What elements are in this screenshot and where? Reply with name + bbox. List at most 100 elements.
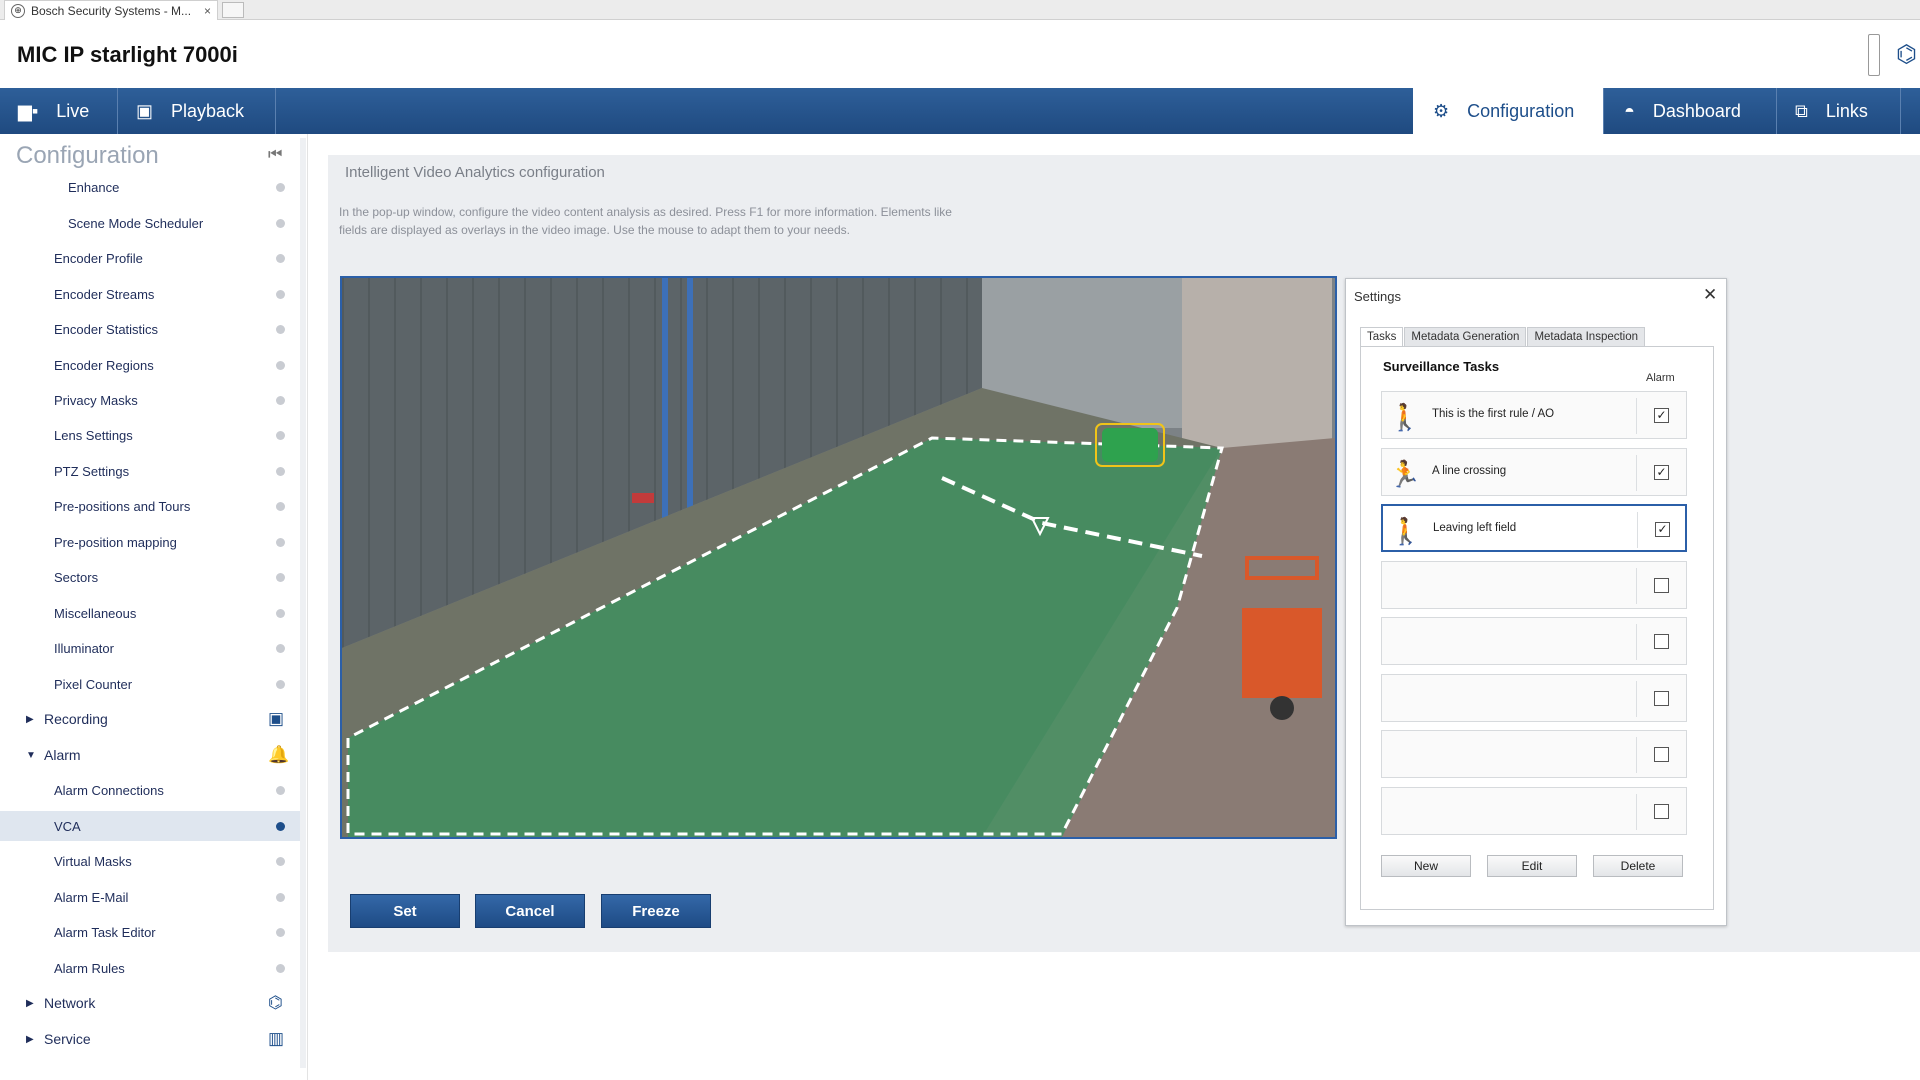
alarm-checkbox[interactable] [1654, 634, 1669, 649]
task-row[interactable] [1381, 674, 1687, 722]
nav-links[interactable]: ⧉ Links [1777, 88, 1901, 134]
cancel-button[interactable]: Cancel [475, 894, 585, 928]
sidebar-item-label: Pre-position mapping [54, 534, 177, 550]
status-dot [276, 538, 285, 547]
sidebar-item-label: Alarm Connections [54, 782, 164, 798]
tab-metadata-inspection[interactable]: Metadata Inspection [1527, 327, 1646, 347]
status-dot [276, 254, 285, 263]
nav-playback[interactable]: ▣ Playback [118, 88, 276, 134]
status-dot [276, 502, 285, 511]
tab-metadata-generation[interactable]: Metadata Generation [1404, 327, 1527, 347]
alarm-checkbox[interactable] [1654, 578, 1669, 593]
collapse-sidebar-icon[interactable]: ⏮ [268, 146, 282, 164]
alarm-checkbox[interactable] [1654, 691, 1669, 706]
task-row[interactable]: 🚶 This is the first rule / AO ✓ [1381, 391, 1687, 439]
sidebar-item-pre-position-mapping[interactable]: Pre-position mapping [0, 527, 302, 557]
nav-links-label: Links [1825, 100, 1868, 121]
task-row[interactable]: 🚶 Leaving left field ✓ [1381, 504, 1687, 552]
sidebar-item-lens-settings[interactable]: Lens Settings [0, 420, 302, 450]
sidebar-item-alarm-email[interactable]: Alarm E-Mail [0, 882, 302, 912]
alarm-checkbox[interactable]: ✓ [1654, 408, 1669, 423]
sidebar-item-encoder-statistics[interactable]: Encoder Statistics [0, 314, 302, 344]
dialog-title: Settings [1354, 289, 1401, 304]
status-dot [276, 928, 285, 937]
task-row[interactable] [1381, 730, 1687, 778]
set-button[interactable]: Set [350, 894, 460, 928]
sidebar-item-sectors[interactable]: Sectors [0, 562, 302, 592]
nav-live[interactable]: ▆▪ Live [0, 88, 118, 134]
sidebar-item-label: Encoder Statistics [54, 321, 159, 337]
sidebar-group-service[interactable]: ▶ Service ▥ [0, 1024, 302, 1054]
status-dot [276, 290, 285, 299]
sidebar-item-label: Alarm E-Mail [54, 889, 129, 905]
sidebar-group-recording[interactable]: ▶ Recording ▣ [0, 704, 302, 734]
sidebar-item-alarm-rules[interactable]: Alarm Rules [0, 953, 302, 983]
alarm-checkbox[interactable]: ✓ [1655, 522, 1670, 537]
sidebar-item-label: Illuminator [54, 640, 114, 656]
sidebar-item-encoder-profile[interactable]: Encoder Profile [0, 243, 302, 273]
sidebar-item-alarm-task-editor[interactable]: Alarm Task Editor [0, 917, 302, 947]
sidebar-item-miscellaneous[interactable]: Miscellaneous [0, 598, 302, 628]
task-label: A line crossing [1432, 465, 1507, 477]
gear-icon: ⚙ [1433, 100, 1450, 121]
sidebar-item-enhance[interactable]: Enhance [0, 172, 302, 202]
sidebar-item-label: Lens Settings [54, 427, 133, 443]
person-object-icon: 🚶 [1388, 401, 1422, 432]
browser-tab[interactable]: ⊕ Bosch Security Systems - M... × [4, 0, 218, 20]
device-title: MIC IP starlight 7000i [17, 42, 238, 67]
alarm-column-header: Alarm [1646, 372, 1675, 384]
person-leaving-field-icon: 🚶 [1389, 515, 1423, 546]
alarm-checkbox[interactable] [1654, 747, 1669, 762]
task-row[interactable] [1381, 617, 1687, 665]
alarm-checkbox[interactable]: ✓ [1654, 465, 1669, 480]
new-tab-button[interactable] [222, 2, 244, 18]
delete-task-button[interactable]: Delete [1593, 855, 1683, 877]
status-dot [276, 609, 285, 618]
freeze-button[interactable]: Freeze [601, 894, 711, 928]
status-dot [276, 467, 285, 476]
sidebar-item-virtual-masks[interactable]: Virtual Masks [0, 846, 302, 876]
task-label: This is the first rule / AO [1432, 408, 1555, 420]
sidebar-item-label: Enhance [68, 179, 120, 195]
status-dot [276, 893, 285, 902]
edit-task-button[interactable]: Edit [1487, 855, 1577, 877]
status-dot [276, 644, 285, 653]
sidebar-scrollbar[interactable] [300, 138, 306, 1068]
sidebar-item-pixel-counter[interactable]: Pixel Counter [0, 669, 302, 699]
dashboard-gauge-icon: ◓ [1624, 100, 1635, 121]
sidebar-item-vca[interactable]: VCA [0, 811, 302, 841]
sidebar-item-scene-mode-scheduler[interactable]: Scene Mode Scheduler [0, 208, 302, 238]
sidebar-group-network[interactable]: ▶ Network ⌬ [0, 988, 302, 1018]
task-row[interactable] [1381, 787, 1687, 835]
playback-icon: ▣ [136, 100, 154, 121]
nav-configuration[interactable]: ⚙ Configuration [1413, 88, 1603, 134]
tab-close-icon[interactable]: × [204, 4, 211, 18]
sidebar-group-alarm[interactable]: ▼ Alarm 🔔 [0, 740, 302, 770]
nav-dashboard[interactable]: ◓ Dashboard [1603, 88, 1777, 134]
status-indicator [1868, 34, 1880, 76]
sidebar-item-ptz-settings[interactable]: PTZ Settings [0, 456, 302, 486]
sidebar-item-label: Scene Mode Scheduler [68, 215, 204, 231]
tab-tasks[interactable]: Tasks [1360, 327, 1404, 347]
task-row[interactable]: 🏃 A line crossing ✓ [1381, 448, 1687, 496]
close-icon[interactable]: ✕ [1703, 285, 1717, 305]
alarm-checkbox[interactable] [1654, 804, 1669, 819]
sidebar-item-alarm-connections[interactable]: Alarm Connections [0, 775, 302, 805]
sidebar-item-encoder-streams[interactable]: Encoder Streams [0, 279, 302, 309]
help-icon[interactable]: ⌬ [1896, 40, 1917, 69]
app-header: MIC IP starlight 7000i ⌬ [0, 20, 1920, 88]
sidebar-group-label: Alarm [44, 747, 81, 763]
new-task-button[interactable]: New [1381, 855, 1471, 877]
video-preview[interactable] [340, 276, 1337, 839]
person-line-crossing-icon: 🏃 [1388, 458, 1422, 489]
sidebar-group-label: Network [44, 995, 96, 1011]
status-dot [276, 786, 285, 795]
nav-configuration-label: Configuration [1467, 100, 1575, 121]
sidebar-item-illuminator[interactable]: Illuminator [0, 633, 302, 663]
sidebar-title: Configuration [16, 142, 159, 169]
sidebar-item-privacy-masks[interactable]: Privacy Masks [0, 385, 302, 415]
sidebar-item-encoder-regions[interactable]: Encoder Regions [0, 350, 302, 380]
task-row[interactable] [1381, 561, 1687, 609]
sidebar-item-pre-positions-and-tours[interactable]: Pre-positions and Tours [0, 491, 302, 521]
sidebar-item-label: VCA [54, 818, 81, 834]
